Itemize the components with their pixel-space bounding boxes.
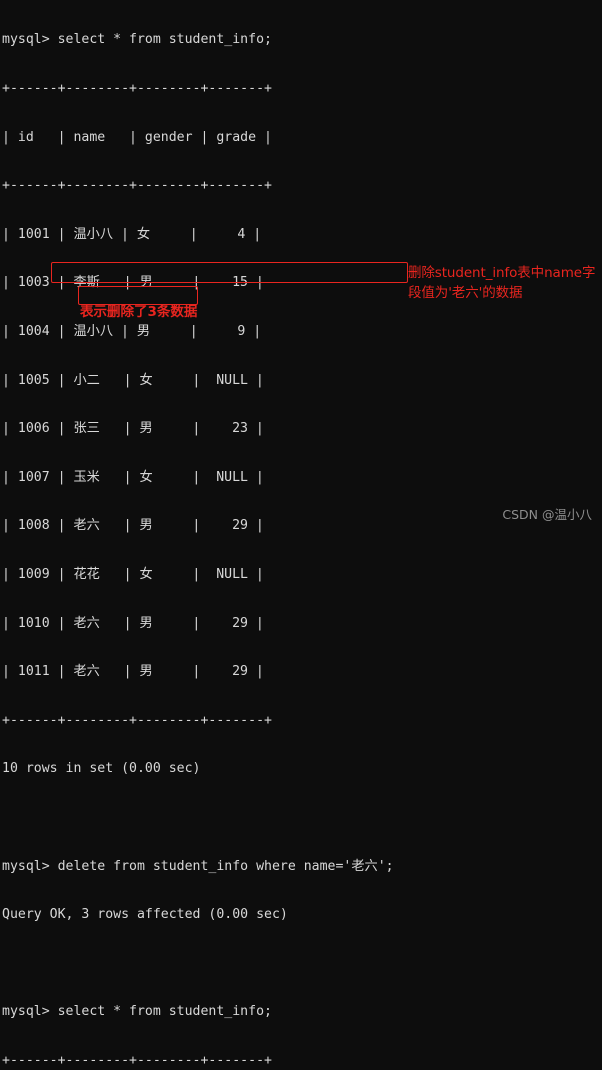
table-row: | 1007 | 玉米 | 女 | NULL | bbox=[2, 469, 264, 485]
rows-affected-annotation: 表示删除了3条数据 bbox=[80, 304, 198, 320]
table-row: | 1006 | 张三 | 男 | 23 | bbox=[2, 421, 264, 437]
terminal-line: mysql> select * from student_info; bbox=[2, 32, 272, 48]
table-row: | 1011 | 老六 | 男 | 29 | bbox=[2, 664, 264, 680]
table-row: | 1009 | 花花 | 女 | NULL | bbox=[2, 566, 264, 582]
delete-statement-annotation: 删除student_info表中name字段值为'老六'的数据 bbox=[408, 265, 596, 301]
row-count-before: 10 rows in set (0.00 sec) bbox=[2, 761, 201, 777]
terminal-line: +------+--------+--------+-------+ bbox=[2, 178, 272, 194]
table-row: | 1001 | 温小八 | 女 | 4 | bbox=[2, 226, 262, 242]
delete-statement-line: mysql> delete from student_info where na… bbox=[2, 858, 394, 874]
table-row: | 1010 | 老六 | 男 | 29 | bbox=[2, 615, 264, 631]
terminal-line: +------+--------+--------+-------+ bbox=[2, 1052, 272, 1068]
terminal-line: | id | name | gender | grade | bbox=[2, 129, 272, 145]
terminal-line: mysql> select * from student_info; bbox=[2, 1004, 272, 1020]
terminal-line: +------+--------+--------+-------+ bbox=[2, 712, 272, 728]
watermark: CSDN @温小八 bbox=[502, 507, 592, 522]
table-row: | 1004 | 温小八 | 男 | 9 | bbox=[2, 323, 262, 339]
query-ok-line: Query OK, 3 rows affected (0.00 sec) bbox=[2, 907, 288, 923]
terminal-line: +------+--------+--------+-------+ bbox=[2, 81, 272, 96]
table-row: | 1005 | 小二 | 女 | NULL | bbox=[2, 372, 264, 388]
